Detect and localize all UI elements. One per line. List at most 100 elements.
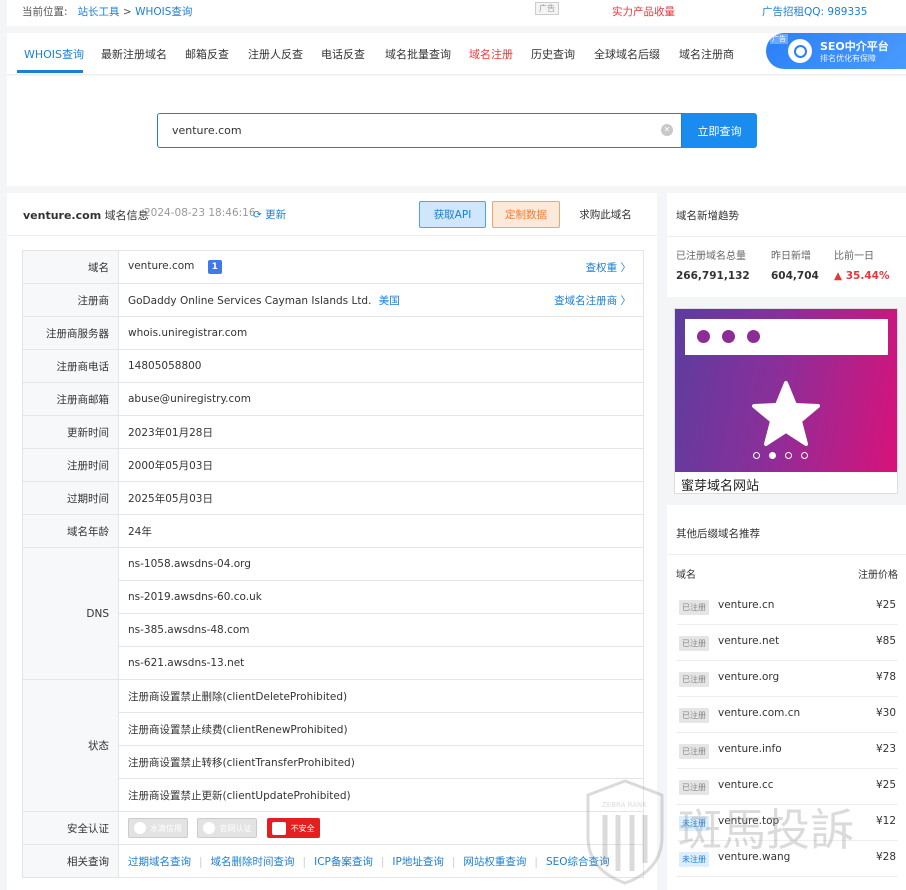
tab-domain-register[interactable]: 域名注册 [469,46,513,62]
col-price-header: 注册价格 [858,570,898,581]
refresh-link[interactable]: ⟳ 更新 [253,207,286,222]
domain-name: venture.cn [718,599,775,611]
tab-email-reverse[interactable]: 邮箱反查 [185,46,229,62]
tab-history[interactable]: 历史查询 [531,46,575,62]
related-link-icp[interactable]: ICP备案查询 [314,856,373,868]
search-button[interactable]: 立即查询 [682,113,757,148]
row-label: DNS [22,547,119,680]
seo-banner-title: SEO中介平台 [820,40,889,53]
tab-batch-query[interactable]: 域名批量查询 [385,46,451,62]
ad-tag: 广告 [535,2,559,15]
status-tag: 已注册 [679,636,709,651]
row-label: 域名年龄 [22,514,119,548]
domain-cell: venture.com 1 查权重 〉 [118,250,644,284]
dot-icon [747,330,760,343]
ad-link-product[interactable]: 实力产品收量 [612,4,675,19]
registrar-country-link[interactable]: 美国 [379,295,400,307]
tab-global-suffix[interactable]: 全球域名后缀 [594,46,660,62]
stat-total: 已注册域名总量 266,791,132 [676,247,750,282]
promo-banner[interactable]: 蜜芽域名网站 [674,308,898,494]
pager-dot[interactable] [801,452,808,459]
tab-registrars[interactable]: 域名注册商 [679,46,734,62]
breadcrumb-current-link[interactable]: WHOIS查询 [135,6,192,18]
list-item[interactable]: 已注册 venture.info ¥23 [677,733,898,769]
stat-value: 266,791,132 [676,270,750,282]
tab-phone-reverse[interactable]: 电话反查 [321,46,365,62]
row-label: 注册商 [22,283,119,317]
check-registrar-link[interactable]: 查域名注册商 〉 [554,293,631,308]
list-item[interactable]: 已注册 venture.cc ¥25 [677,769,898,805]
water-drop-icon [134,822,146,834]
official-site-badge[interactable]: 官网认证 [197,818,258,838]
status-value: 注册商设置禁止转移(clientTransferProhibited) [118,745,644,779]
breadcrumb-separator: > [122,6,132,18]
updated-date-value: 2023年01月28日 [118,415,644,449]
list-item[interactable]: 已注册 venture.cn ¥25 [677,589,898,625]
breadcrumb-home-link[interactable]: 站长工具 [78,6,120,18]
promo-window-card [685,319,888,355]
pager-dot[interactable] [753,452,760,459]
separator: | [534,855,538,868]
security-cell: 水滴信用 官网认证 不安全 [118,811,644,845]
domain-name: venture.top [718,815,780,827]
row-label: 注册商电话 [22,349,119,383]
recommend-header: 域名 注册价格 [667,554,906,584]
stat-value-compare: ▲ 35.44% [834,270,889,282]
domain-name: venture.org [718,671,780,683]
table-row: 域名 venture.com 1 查权重 〉 [22,250,644,284]
water-drop-credit-badge[interactable]: 水滴信用 [128,818,188,838]
trend-title: 域名新增趋势 [676,210,739,222]
clear-icon[interactable]: ✕ [661,124,673,136]
related-link-delete-time[interactable]: 域名删除时间查询 [211,856,295,868]
status-tag: 已注册 [679,600,709,615]
dns-value: ns-621.awsdns-13.net [118,646,644,680]
star-icon [752,381,820,446]
status-tag: 已注册 [679,780,709,795]
related-link-expired[interactable]: 过期域名查询 [128,856,191,868]
card-domain: venture.com [23,209,102,222]
custom-data-button[interactable]: 定制数据 [492,201,560,228]
list-item[interactable]: 未注册 venture.wang ¥28 [677,841,898,877]
refresh-label: 更新 [265,209,287,221]
unsafe-badge[interactable]: 不安全 [266,818,320,838]
seo-banner-ad[interactable]: 广告 SEO中介平台 排名优化有保障 [766,33,906,69]
paw-icon [203,822,216,834]
row-label: 注册商服务器 [22,316,119,350]
table-row: 注册商服务器 whois.uniregistrar.com [22,316,644,350]
buy-domain-button[interactable]: 求购此域名 [567,201,644,228]
list-item[interactable]: 已注册 venture.net ¥85 [677,625,898,661]
trend-stats: 已注册域名总量 266,791,132 昨日新增 604,704 比前一日 ▲ … [667,236,906,297]
dns-value: ns-2019.awsdns-60.co.uk [118,580,644,614]
related-link-seo[interactable]: SEO综合查询 [546,856,610,868]
price: ¥78 [875,671,896,683]
table-row: 域名年龄 24年 [22,514,644,548]
row-label: 安全认证 [22,811,119,845]
query-timestamp: 2024-08-23 18:46:16 [144,207,256,219]
badge-label: 水滴信用 [150,823,182,833]
ad-link-qq[interactable]: 广告招租QQ: 989335 [762,4,868,19]
domain-name: venture.com.cn [718,707,801,719]
domain-name: venture.wang [718,851,791,863]
registrar-email-value: abuse@uniregistry.com [118,382,644,416]
get-api-button[interactable]: 获取API [419,201,486,228]
search-box: ✕ [157,113,682,148]
related-link-ip[interactable]: IP地址查询 [392,856,443,868]
check-weight-link[interactable]: 查权重 〉 [586,260,631,275]
related-link-weight[interactable]: 网站权重查询 [463,856,526,868]
list-item[interactable]: 已注册 venture.com.cn ¥30 [677,697,898,733]
list-item[interactable]: 已注册 venture.org ¥78 [677,661,898,697]
status-tag: 已注册 [679,744,709,759]
price: ¥25 [875,599,896,611]
tab-whois[interactable]: WHOIS查询 [24,46,84,62]
domain-name: venture.info [718,743,782,755]
tab-registrant-reverse[interactable]: 注册人反查 [248,46,303,62]
list-item[interactable]: 未注册 venture.top ¥12 [677,805,898,841]
search-input[interactable] [158,114,648,147]
status-value: 注册商设置禁止续费(clientRenewProhibited) [118,712,644,746]
table-row: 相关查询 过期域名查询 | 域名删除时间查询 | ICP备案查询 | IP地址查询 | 网站权重… [22,844,644,878]
separator: | [380,855,385,868]
tab-latest-domains[interactable]: 最新注册域名 [101,46,167,62]
pager-dot-active[interactable] [769,452,776,459]
pager-dot[interactable] [785,452,792,459]
stat-value: 35.44% [845,270,890,282]
